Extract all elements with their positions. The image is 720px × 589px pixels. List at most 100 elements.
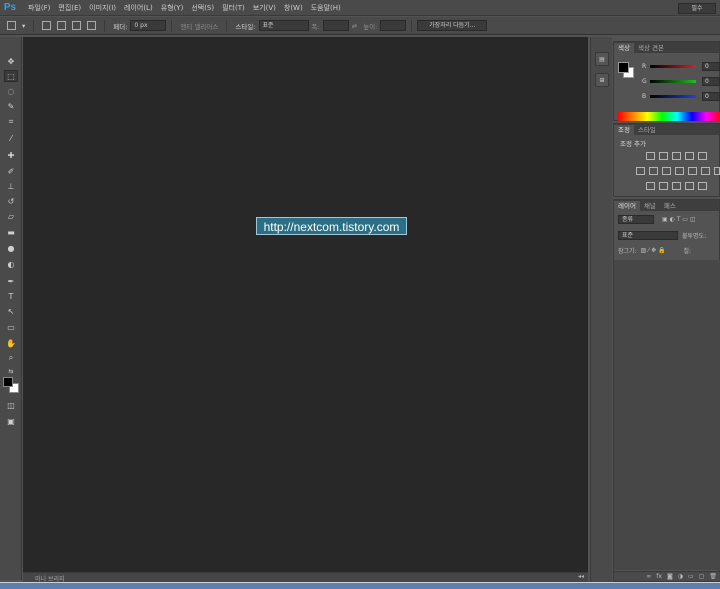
- blur-tool-icon[interactable]: ●: [4, 242, 18, 254]
- canvas-area[interactable]: http://nextcom.tistory.com: [23, 37, 588, 572]
- intersect-selection-icon[interactable]: [87, 21, 97, 30]
- new-layer-icon[interactable]: ▢: [699, 573, 705, 580]
- dodge-tool-icon[interactable]: ◐: [4, 258, 18, 270]
- style-label: 스타일:: [235, 22, 256, 31]
- blue-slider[interactable]: B 0: [642, 91, 720, 101]
- crop-tool-icon[interactable]: ⌗: [4, 116, 18, 128]
- menu-layer[interactable]: 레이어(L): [124, 3, 153, 13]
- menu-view[interactable]: 보기(V): [253, 3, 276, 13]
- posterize-icon[interactable]: [646, 182, 655, 190]
- screen-mode-icon[interactable]: ▣: [4, 415, 18, 427]
- workspace-switcher[interactable]: 필수: [678, 3, 716, 14]
- antialias-checkbox[interactable]: 앤티 앨리어스: [180, 21, 218, 31]
- red-track[interactable]: [650, 64, 696, 68]
- hand-tool-icon[interactable]: ✋: [4, 337, 18, 349]
- color-lookup-icon[interactable]: [701, 167, 710, 175]
- menu-file[interactable]: 파일(F): [28, 3, 50, 13]
- swap-colors-icon[interactable]: ⇆: [4, 365, 18, 377]
- color-balance-icon[interactable]: [649, 167, 658, 175]
- expand-icon[interactable]: ◂◂: [578, 573, 584, 580]
- shape-tool-icon[interactable]: ▭: [4, 321, 18, 333]
- levels-icon[interactable]: [659, 152, 668, 160]
- curves-icon[interactable]: [672, 152, 681, 160]
- properties-panel-icon[interactable]: ⊞: [595, 73, 609, 87]
- move-tool-icon[interactable]: ✥: [4, 55, 18, 67]
- lasso-tool-icon[interactable]: ◌: [4, 85, 18, 97]
- preset-dropdown-icon[interactable]: ▾: [22, 22, 25, 30]
- type-tool-icon[interactable]: T: [4, 290, 18, 302]
- menu-edit[interactable]: 편집(E): [58, 3, 81, 13]
- red-slider[interactable]: R 0: [642, 61, 720, 71]
- shadows-highlights-icon[interactable]: [698, 182, 707, 190]
- filter-kind-select[interactable]: 종류: [618, 215, 654, 224]
- menu-filter[interactable]: 필터(T): [222, 3, 245, 13]
- width-input[interactable]: [322, 20, 349, 31]
- path-selection-tool-icon[interactable]: ↖: [4, 305, 18, 317]
- style-select[interactable]: 표준: [258, 20, 309, 31]
- marquee-preset-icon[interactable]: [7, 21, 16, 30]
- history-panel-icon[interactable]: ▤: [595, 52, 609, 66]
- new-adjustment-icon[interactable]: ◑: [678, 573, 683, 580]
- menu-window[interactable]: 창(W): [284, 3, 303, 13]
- blue-value[interactable]: 0: [702, 91, 720, 101]
- new-selection-icon[interactable]: [42, 21, 52, 30]
- menu-type[interactable]: 유형(Y): [161, 3, 184, 13]
- red-value[interactable]: 0: [702, 61, 720, 71]
- foreground-color-swatch[interactable]: [3, 377, 13, 387]
- layers-list[interactable]: [614, 260, 720, 570]
- green-slider[interactable]: G 0: [642, 76, 720, 86]
- layer-style-icon[interactable]: fx: [656, 573, 662, 580]
- feather-input[interactable]: 0 px: [130, 20, 167, 31]
- pen-tool-icon[interactable]: ✒: [4, 275, 18, 287]
- quick-mask-icon[interactable]: ◫: [4, 399, 18, 411]
- brush-tool-icon[interactable]: ✐: [4, 165, 18, 177]
- photo-filter-icon[interactable]: [675, 167, 684, 175]
- refine-edge-button[interactable]: 가장자리 다듬기...: [417, 20, 488, 31]
- healing-brush-tool-icon[interactable]: ✚: [4, 149, 18, 161]
- exposure-icon[interactable]: [685, 152, 694, 160]
- tab-layers[interactable]: 레이어: [614, 201, 640, 211]
- gradient-map-icon[interactable]: [685, 182, 694, 190]
- eyedropper-tool-icon[interactable]: ⁄: [4, 132, 18, 144]
- add-selection-icon[interactable]: [57, 21, 67, 30]
- threshold-icon[interactable]: [659, 182, 668, 190]
- new-group-icon[interactable]: ▭: [688, 573, 694, 580]
- tab-swatches[interactable]: 색상 견본: [634, 43, 668, 53]
- lock-icons[interactable]: ▨ ⁄ ✥ 🔒: [641, 247, 666, 254]
- menu-select[interactable]: 선택(S): [191, 3, 214, 13]
- filter-icons[interactable]: ▣ ◐ T ▭ ◫: [662, 216, 696, 223]
- color-spectrum[interactable]: [618, 112, 720, 121]
- green-track[interactable]: [650, 79, 696, 83]
- tab-color[interactable]: 색상: [614, 43, 634, 53]
- hue-saturation-icon[interactable]: [636, 167, 645, 175]
- history-brush-tool-icon[interactable]: ↺: [4, 195, 18, 207]
- brightness-icon[interactable]: [646, 152, 655, 160]
- panel-foreground-swatch[interactable]: [618, 62, 629, 73]
- black-white-icon[interactable]: [662, 167, 671, 175]
- menu-help[interactable]: 도움말(H): [311, 3, 341, 13]
- tab-channels[interactable]: 채널: [640, 201, 660, 211]
- selective-color-icon[interactable]: [672, 182, 681, 190]
- blend-mode-select[interactable]: 표준: [618, 231, 678, 240]
- gradient-tool-icon[interactable]: ▬: [4, 226, 18, 238]
- link-layers-icon[interactable]: ∞: [646, 573, 651, 580]
- zoom-tool-icon[interactable]: ⌕: [4, 352, 18, 364]
- marquee-tool-icon[interactable]: ⬚: [4, 70, 18, 82]
- clone-stamp-tool-icon[interactable]: ⊥: [4, 180, 18, 192]
- menu-image[interactable]: 이미지(I): [89, 3, 116, 13]
- tab-adjustments[interactable]: 조정: [614, 125, 634, 135]
- tab-styles[interactable]: 스타일: [634, 125, 660, 135]
- vibrance-icon[interactable]: [698, 152, 707, 160]
- green-value[interactable]: 0: [702, 76, 720, 86]
- subtract-selection-icon[interactable]: [72, 21, 82, 30]
- tab-paths[interactable]: 패스: [660, 201, 680, 211]
- height-input[interactable]: [380, 20, 407, 31]
- add-mask-icon[interactable]: ◙: [667, 573, 673, 580]
- channel-mixer-icon[interactable]: [688, 167, 697, 175]
- eraser-tool-icon[interactable]: ▱: [4, 210, 18, 222]
- swap-icon[interactable]: ⇄: [352, 22, 357, 30]
- invert-icon[interactable]: [714, 167, 720, 175]
- quick-select-tool-icon[interactable]: ✎: [4, 100, 18, 112]
- blue-track[interactable]: [650, 94, 696, 98]
- delete-layer-icon[interactable]: 🗑: [709, 573, 717, 580]
